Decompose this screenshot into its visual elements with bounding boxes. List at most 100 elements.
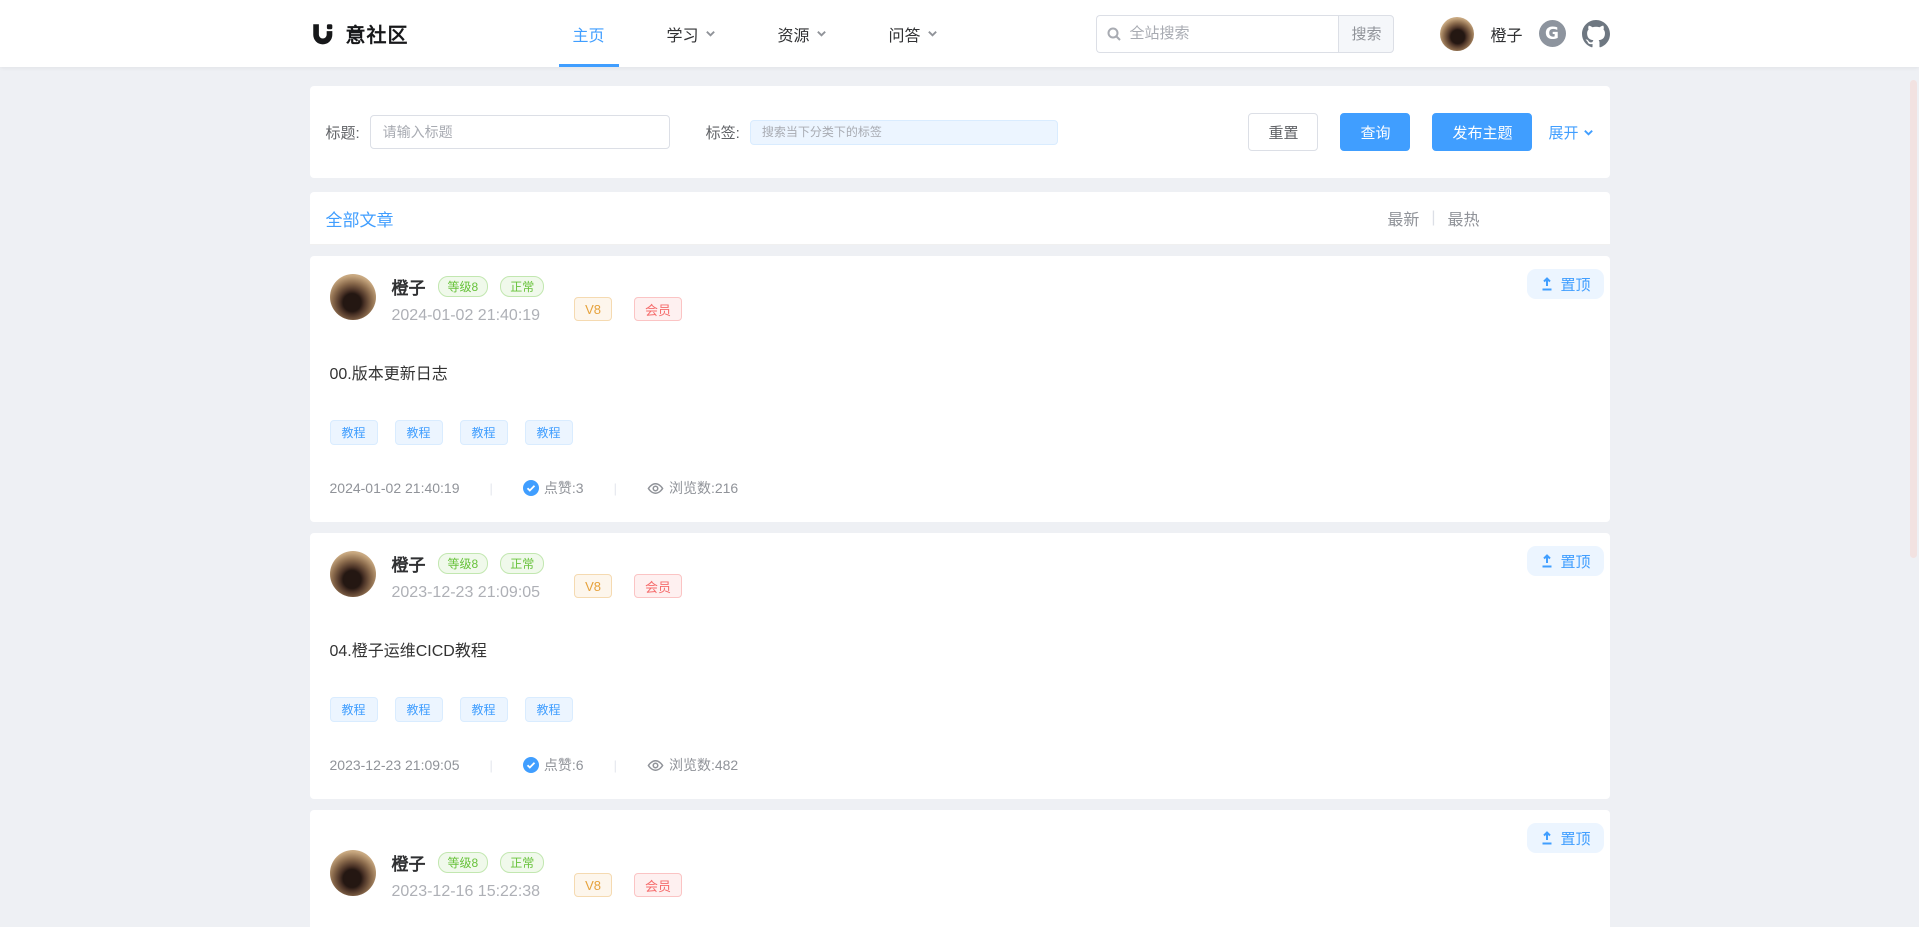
chevron-down-icon [1583, 127, 1594, 138]
pin-label: 置顶 [1560, 551, 1590, 572]
post-card: 置顶 橙子 等级8 正常 2023-12-16 15:22:38 V8 会员 [310, 810, 1610, 927]
level-badge: 等级8 [438, 276, 489, 297]
post-title[interactable]: 04.橙子运维CICD教程 [330, 637, 1590, 661]
nav-item-label: 主页 [573, 22, 605, 46]
like-check-icon [523, 757, 539, 773]
status-badge: 正常 [500, 553, 544, 574]
footer-separator: | [614, 481, 617, 496]
search-input[interactable] [1096, 15, 1338, 53]
vip-badge: V8 [574, 873, 612, 897]
publish-topic-button[interactable]: 发布主题 [1432, 113, 1532, 151]
user-avatar[interactable] [1440, 17, 1474, 51]
post-card: 置顶 橙子 等级8 正常 2024-01-02 21:40:19 V8 会员 0… [310, 256, 1610, 522]
nav-item-learn[interactable]: 学习 [653, 0, 730, 67]
status-badge: 正常 [500, 852, 544, 873]
expand-link[interactable]: 展开 [1548, 122, 1593, 143]
pin-button[interactable]: 置顶 [1527, 546, 1603, 576]
title-filter-label: 标题: [326, 122, 360, 143]
member-badge: 会员 [634, 574, 682, 598]
post-tag[interactable]: 教程 [330, 420, 378, 445]
expand-label: 展开 [1548, 122, 1578, 143]
gitee-icon[interactable]: G [1539, 20, 1566, 47]
post-title[interactable]: 00.版本更新日志 [330, 360, 1590, 384]
post-tag[interactable]: 教程 [395, 420, 443, 445]
view-count: 浏览数:482 [669, 755, 738, 775]
tag-filter-label: 标签: [706, 122, 740, 143]
views-eye-icon [647, 480, 664, 497]
like-count: 点赞:6 [544, 755, 584, 775]
pin-top-icon [1540, 277, 1554, 291]
filter-panel: 标题: 标签: 重置 查询 发布主题 展开 [310, 86, 1610, 178]
user-area: 橙子 G [1440, 17, 1609, 51]
sort-hottest[interactable]: 最热 [1447, 206, 1479, 230]
tag-filter-input[interactable] [750, 120, 1058, 145]
footer-separator: | [614, 758, 617, 773]
logo-icon [310, 21, 336, 47]
author-avatar[interactable] [330, 551, 376, 597]
post-card: 置顶 橙子 等级8 正常 2023-12-23 21:09:05 V8 会员 0… [310, 533, 1610, 799]
vip-badge: V8 [574, 574, 612, 598]
footer-separator: | [490, 758, 493, 773]
scrollbar-track[interactable] [1909, 0, 1919, 927]
nav-item-label: 学习 [667, 22, 699, 46]
author-name[interactable]: 橙子 [392, 850, 426, 875]
main-nav: 主页 学习 资源 问答 [559, 0, 986, 67]
pin-label: 置顶 [1560, 274, 1590, 295]
views-eye-icon [647, 757, 664, 774]
nav-item-resources[interactable]: 资源 [764, 0, 841, 67]
search-button[interactable]: 搜索 [1338, 15, 1394, 53]
post-tag[interactable]: 教程 [525, 697, 573, 722]
author-name[interactable]: 橙子 [392, 551, 426, 576]
like-count: 点赞:3 [544, 478, 584, 498]
view-count: 浏览数:216 [669, 478, 738, 498]
post-datetime: 2024-01-02 21:40:19 [392, 307, 541, 325]
username[interactable]: 橙子 [1490, 22, 1522, 46]
author-name[interactable]: 橙子 [392, 274, 426, 299]
query-button[interactable]: 查询 [1340, 113, 1410, 151]
like-check-icon [523, 480, 539, 496]
nav-item-qa[interactable]: 问答 [875, 0, 952, 67]
site-title: 意社区 [346, 19, 409, 48]
post-tag[interactable]: 教程 [460, 697, 508, 722]
nav-item-label: 资源 [778, 22, 810, 46]
github-icon[interactable] [1582, 20, 1610, 48]
chevron-down-icon [705, 28, 716, 39]
pin-label: 置顶 [1560, 828, 1590, 849]
post-tag[interactable]: 教程 [395, 697, 443, 722]
level-badge: 等级8 [438, 852, 489, 873]
title-filter-input[interactable] [370, 115, 670, 149]
author-avatar[interactable] [330, 850, 376, 896]
post-tag[interactable]: 教程 [525, 420, 573, 445]
sort-newest[interactable]: 最新 [1387, 206, 1419, 230]
chevron-down-icon [816, 28, 827, 39]
list-header: 全部文章 最新 | 最热 [310, 192, 1610, 245]
post-datetime: 2023-12-23 21:09:05 [392, 584, 541, 602]
member-badge: 会员 [634, 873, 682, 897]
pin-top-icon [1540, 831, 1554, 845]
search-icon [1106, 26, 1122, 42]
nav-item-label: 问答 [889, 22, 921, 46]
footer-date: 2024-01-02 21:40:19 [330, 480, 460, 496]
nav-item-home[interactable]: 主页 [559, 0, 619, 67]
sort-separator: | [1431, 209, 1435, 227]
post-tag[interactable]: 教程 [460, 420, 508, 445]
pin-button[interactable]: 置顶 [1527, 823, 1603, 853]
footer-date: 2023-12-23 21:09:05 [330, 757, 460, 773]
navbar: 意社区 主页 学习 资源 问答 搜索 [0, 0, 1919, 67]
level-badge: 等级8 [438, 553, 489, 574]
chevron-down-icon [927, 28, 938, 39]
site-logo[interactable]: 意社区 [310, 19, 409, 48]
post-datetime: 2023-12-16 15:22:38 [392, 883, 541, 901]
reset-button[interactable]: 重置 [1248, 113, 1318, 151]
author-avatar[interactable] [330, 274, 376, 320]
footer-separator: | [490, 481, 493, 496]
pin-button[interactable]: 置顶 [1527, 269, 1603, 299]
scrollbar-thumb[interactable] [1910, 80, 1917, 558]
member-badge: 会员 [634, 297, 682, 321]
status-badge: 正常 [500, 276, 544, 297]
post-tag[interactable]: 教程 [330, 697, 378, 722]
vip-badge: V8 [574, 297, 612, 321]
all-articles-tab[interactable]: 全部文章 [326, 206, 394, 231]
pin-top-icon [1540, 554, 1554, 568]
site-search: 搜索 [1096, 15, 1394, 53]
